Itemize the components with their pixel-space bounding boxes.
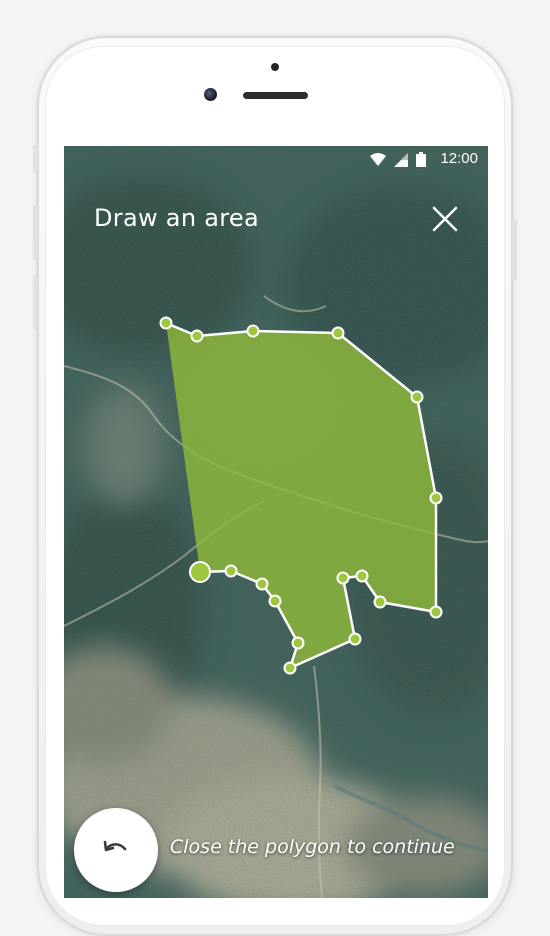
hint-text: Close the polygon to continue [170, 836, 455, 858]
polygon-vertex[interactable] [429, 491, 443, 505]
app-screen: 12:00 Draw an area Close the polygon to … [64, 146, 488, 898]
close-icon [432, 206, 458, 232]
polygon-vertex[interactable] [336, 571, 350, 585]
polygon-vertex[interactable] [224, 564, 238, 578]
proximity-sensor [271, 63, 279, 71]
polygon-vertex[interactable] [159, 316, 173, 330]
polygon-vertex[interactable] [283, 661, 297, 675]
mute-switch [33, 145, 38, 173]
page-title: Draw an area [94, 204, 259, 232]
volume-up-button [33, 205, 38, 260]
battery-icon [416, 152, 426, 167]
polygon-fill [166, 323, 436, 668]
status-time: 12:00 [440, 150, 478, 167]
undo-icon [103, 840, 127, 852]
close-button[interactable] [428, 202, 462, 236]
undo-button[interactable] [74, 808, 158, 892]
status-icons [370, 152, 426, 167]
polygon-vertex[interactable] [348, 632, 362, 646]
polygon-vertex[interactable] [373, 595, 387, 609]
drawn-polygon-layer[interactable] [64, 146, 488, 898]
signal-icon [394, 152, 408, 167]
status-bar: 12:00 [64, 146, 488, 174]
polygon-vertex[interactable] [255, 577, 269, 591]
wifi-icon [370, 153, 386, 166]
polygon-vertex[interactable] [246, 324, 260, 338]
polygon-vertex[interactable] [190, 329, 204, 343]
polygon-vertex[interactable] [410, 390, 424, 404]
polygon-vertex[interactable] [268, 594, 282, 608]
polygon-vertex[interactable] [355, 569, 369, 583]
earpiece-speaker [243, 92, 308, 99]
volume-down-button [33, 275, 38, 330]
polygon-vertex[interactable] [189, 561, 211, 583]
polygon-vertex[interactable] [429, 605, 443, 619]
front-camera [204, 88, 217, 101]
polygon-vertex[interactable] [291, 636, 305, 650]
polygon-vertex[interactable] [331, 326, 345, 340]
power-button [512, 220, 517, 280]
